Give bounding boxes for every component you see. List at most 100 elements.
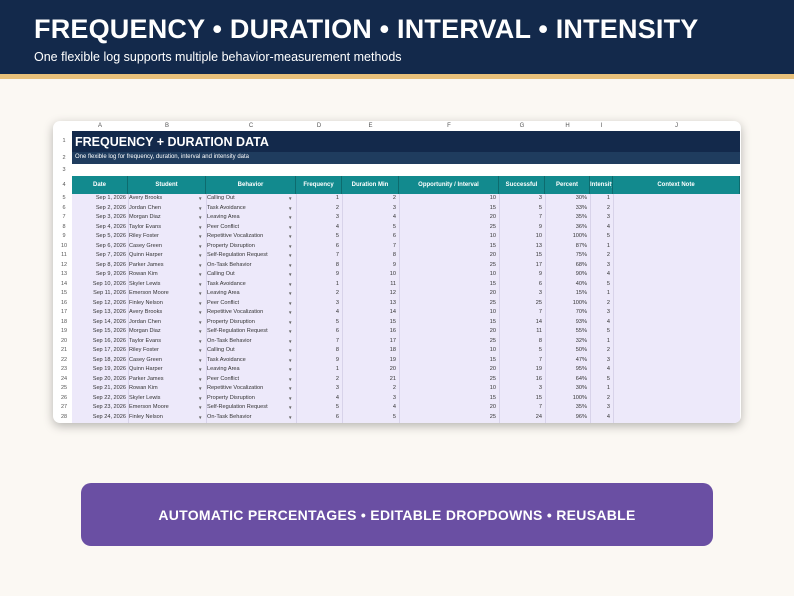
behavior-cell[interactable]: On-Task Behavior (207, 261, 287, 271)
row-number-20[interactable]: 20 (57, 337, 71, 347)
date-cell[interactable]: Sep 6, 2026 (72, 242, 126, 252)
dropdown-arrow-icon[interactable]: ▼ (198, 339, 202, 344)
date-cell[interactable]: Sep 7, 2026 (72, 251, 126, 261)
duration-cell[interactable]: 10 (342, 270, 396, 280)
column-header-frequency[interactable]: Frequency (296, 176, 342, 194)
student-cell[interactable]: Casey Green (129, 356, 197, 366)
duration-cell[interactable]: 4 (342, 403, 396, 413)
row-number-2[interactable]: 2 (57, 152, 71, 164)
percent-cell[interactable]: 47% (545, 356, 587, 366)
dropdown-arrow-icon[interactable]: ▼ (198, 206, 202, 211)
student-cell[interactable]: Quinn Harper (129, 365, 197, 375)
duration-cell[interactable]: 5 (342, 223, 396, 233)
successful-cell[interactable]: 15 (499, 251, 542, 261)
intensity-cell[interactable]: 1 (590, 384, 610, 394)
row-number-12[interactable]: 12 (57, 261, 71, 271)
successful-cell[interactable]: 9 (499, 223, 542, 233)
row-number-19[interactable]: 19 (57, 327, 71, 337)
column-header-opportunity-interval[interactable]: Opportunity / Interval (399, 176, 499, 194)
successful-cell[interactable]: 5 (499, 204, 542, 214)
intensity-cell[interactable]: 4 (590, 318, 610, 328)
intensity-cell[interactable]: 5 (590, 375, 610, 385)
intensity-cell[interactable]: 3 (590, 356, 610, 366)
intensity-cell[interactable]: 3 (590, 403, 610, 413)
duration-cell[interactable]: 14 (342, 308, 396, 318)
percent-cell[interactable]: 96% (545, 413, 587, 423)
opportunity-cell[interactable]: 25 (399, 223, 496, 233)
column-header-intensity[interactable]: Intensity (590, 176, 613, 194)
intensity-cell[interactable]: 1 (590, 242, 610, 252)
duration-cell[interactable]: 7 (342, 242, 396, 252)
behavior-cell[interactable]: On-Task Behavior (207, 337, 287, 347)
behavior-cell[interactable]: Property Disruption (207, 318, 287, 328)
intensity-cell[interactable]: 3 (590, 261, 610, 271)
dropdown-arrow-icon[interactable]: ▼ (198, 358, 202, 363)
row-number-24[interactable]: 24 (57, 375, 71, 385)
row-number-10[interactable]: 10 (57, 242, 71, 252)
intensity-cell[interactable]: 5 (590, 327, 610, 337)
dropdown-arrow-icon[interactable]: ▼ (288, 291, 292, 296)
row-number-13[interactable]: 13 (57, 270, 71, 280)
column-letter-f[interactable]: F (399, 121, 499, 131)
behavior-cell[interactable]: Leaving Area (207, 365, 287, 375)
date-cell[interactable]: Sep 21, 2026 (72, 384, 126, 394)
successful-cell[interactable]: 16 (499, 375, 542, 385)
dropdown-arrow-icon[interactable]: ▼ (288, 310, 292, 315)
column-letter-g[interactable]: G (499, 121, 545, 131)
intensity-cell[interactable]: 1 (590, 194, 610, 204)
dropdown-arrow-icon[interactable]: ▼ (198, 196, 202, 201)
behavior-cell[interactable]: Calling Out (207, 194, 287, 204)
successful-cell[interactable]: 3 (499, 384, 542, 394)
frequency-cell[interactable]: 9 (296, 270, 339, 280)
duration-cell[interactable]: 2 (342, 194, 396, 204)
row-number-6[interactable]: 6 (57, 204, 71, 214)
percent-cell[interactable]: 95% (545, 365, 587, 375)
frequency-cell[interactable]: 2 (296, 204, 339, 214)
dropdown-arrow-icon[interactable]: ▼ (288, 225, 292, 230)
student-cell[interactable]: Taylor Evans (129, 223, 197, 233)
duration-cell[interactable]: 3 (342, 394, 396, 404)
student-cell[interactable]: Finley Nelson (129, 299, 197, 309)
duration-cell[interactable]: 19 (342, 356, 396, 366)
dropdown-arrow-icon[interactable]: ▼ (198, 301, 202, 306)
duration-cell[interactable]: 4 (342, 213, 396, 223)
date-cell[interactable]: Sep 2, 2026 (72, 204, 126, 214)
percent-cell[interactable]: 100% (545, 232, 587, 242)
intensity-cell[interactable]: 4 (590, 365, 610, 375)
behavior-cell[interactable]: Repetitive Vocalization (207, 232, 287, 242)
frequency-cell[interactable]: 4 (296, 394, 339, 404)
intensity-cell[interactable]: 4 (590, 270, 610, 280)
date-cell[interactable]: Sep 19, 2026 (72, 365, 126, 375)
student-cell[interactable]: Riley Foster (129, 232, 197, 242)
successful-cell[interactable]: 3 (499, 194, 542, 204)
student-cell[interactable]: Skyler Lewis (129, 394, 197, 404)
successful-cell[interactable]: 7 (499, 308, 542, 318)
successful-cell[interactable]: 7 (499, 403, 542, 413)
row-number-4[interactable]: 4 (57, 176, 71, 194)
intensity-cell[interactable]: 4 (590, 413, 610, 423)
student-cell[interactable]: Rowan Kim (129, 270, 197, 280)
date-cell[interactable]: Sep 3, 2026 (72, 213, 126, 223)
dropdown-arrow-icon[interactable]: ▼ (288, 282, 292, 287)
frequency-cell[interactable]: 5 (296, 232, 339, 242)
percent-cell[interactable]: 50% (545, 346, 587, 356)
behavior-cell[interactable]: Calling Out (207, 270, 287, 280)
student-cell[interactable]: Finley Nelson (129, 413, 197, 423)
dropdown-arrow-icon[interactable]: ▼ (288, 377, 292, 382)
opportunity-cell[interactable]: 25 (399, 337, 496, 347)
duration-cell[interactable]: 15 (342, 318, 396, 328)
frequency-cell[interactable]: 8 (296, 261, 339, 271)
frequency-cell[interactable]: 1 (296, 365, 339, 375)
opportunity-cell[interactable]: 20 (399, 365, 496, 375)
date-cell[interactable]: Sep 8, 2026 (72, 261, 126, 271)
dropdown-arrow-icon[interactable]: ▼ (198, 320, 202, 325)
behavior-cell[interactable]: Calling Out (207, 346, 287, 356)
duration-cell[interactable]: 2 (342, 384, 396, 394)
duration-cell[interactable]: 17 (342, 337, 396, 347)
intensity-cell[interactable]: 4 (590, 223, 610, 233)
student-cell[interactable]: Rowan Kim (129, 384, 197, 394)
frequency-cell[interactable]: 5 (296, 318, 339, 328)
successful-cell[interactable]: 6 (499, 280, 542, 290)
opportunity-cell[interactable]: 15 (399, 394, 496, 404)
dropdown-arrow-icon[interactable]: ▼ (288, 329, 292, 334)
